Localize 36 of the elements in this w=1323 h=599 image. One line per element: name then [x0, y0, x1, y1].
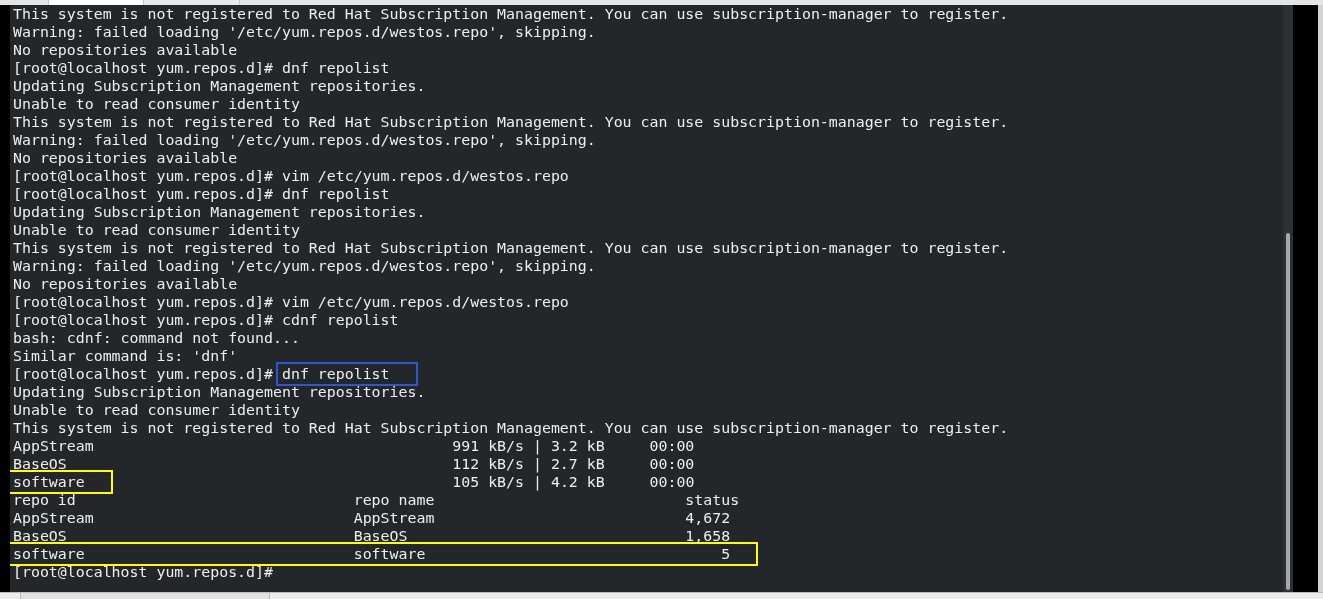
terminal-line: Similar command is: 'dnf'	[13, 347, 238, 365]
terminal-line: Warning: failed loading '/etc/yum.repos.d/westos.repo', skipping.	[13, 23, 596, 41]
terminal-line: Unable to read consumer identity	[13, 95, 300, 113]
terminal-line: AppStream 991 kB/s | 3.2 kB 00:00	[13, 437, 695, 455]
terminal-line: BaseOS BaseOS 1,658	[13, 527, 731, 545]
terminal-line: [root@localhost yum.repos.d]# dnf repolist	[13, 185, 390, 203]
terminal-line: Unable to read consumer identity	[13, 221, 300, 239]
highlighted-text: software	[10, 470, 113, 494]
terminal-line: Warning: failed loading '/etc/yum.repos.d/westos.repo', skipping.	[13, 257, 596, 275]
terminal-line: [root@localhost yum.repos.d]# cdnf repolist	[13, 311, 399, 329]
terminal-line: No repositories available	[13, 275, 238, 293]
terminal-line: Updating Subscription Management repositories.	[13, 77, 426, 95]
terminal-line: [root@localhost yum.repos.d]# vim /etc/yum.repos.d/westos.repo	[13, 167, 569, 185]
terminal-line: Unable to read consumer identity	[13, 401, 300, 419]
terminal-line: Updating Subscription Management repositories.	[13, 203, 426, 221]
terminal-line: bash: cdnf: command not found...	[13, 329, 300, 347]
scrollbar[interactable]	[1283, 5, 1293, 592]
highlighted-text: dnf repolist	[275, 362, 418, 386]
scrollbar-thumb[interactable]	[1286, 233, 1290, 590]
terminal-line: [root@localhost yum.repos.d]#	[13, 365, 274, 383]
terminal-line: This system is not registered to Red Hat Subscription Management. You can use subscription-manager to register.	[13, 5, 1009, 23]
terminal-line: [root@localhost yum.repos.d]# vim /etc/yum.repos.d/westos.repo	[13, 293, 569, 311]
terminal-line: [root@localhost yum.repos.d]#	[13, 563, 273, 581]
terminal-line: repo id repo name status	[13, 491, 740, 509]
terminal-line: Updating Subscription Management repositories.	[13, 383, 426, 401]
highlighted-text: software software 5	[10, 542, 759, 566]
terminal-line: 105 kB/s | 4.2 kB 00:00	[451, 473, 695, 491]
terminal-line: AppStream AppStream 4,672	[13, 509, 731, 527]
terminal-line: No repositories available	[13, 41, 238, 59]
terminal-line: [root@localhost yum.repos.d]# dnf repolist	[13, 59, 390, 77]
terminal-line: Warning: failed loading '/etc/yum.repos.d/westos.repo', skipping.	[13, 131, 596, 149]
terminal-line: This system is not registered to Red Hat Subscription Management. You can use subscription-manager to register.	[13, 239, 1009, 257]
terminal-line: BaseOS 112 kB/s | 2.7 kB 00:00	[13, 455, 695, 473]
terminal-line: This system is not registered to Red Hat Subscription Management. You can use subscription-manager to register.	[13, 419, 1009, 437]
terminal-line: This system is not registered to Red Hat Subscription Management. You can use subscription-manager to register.	[13, 113, 1009, 131]
terminal-line: No repositories available	[13, 149, 238, 167]
